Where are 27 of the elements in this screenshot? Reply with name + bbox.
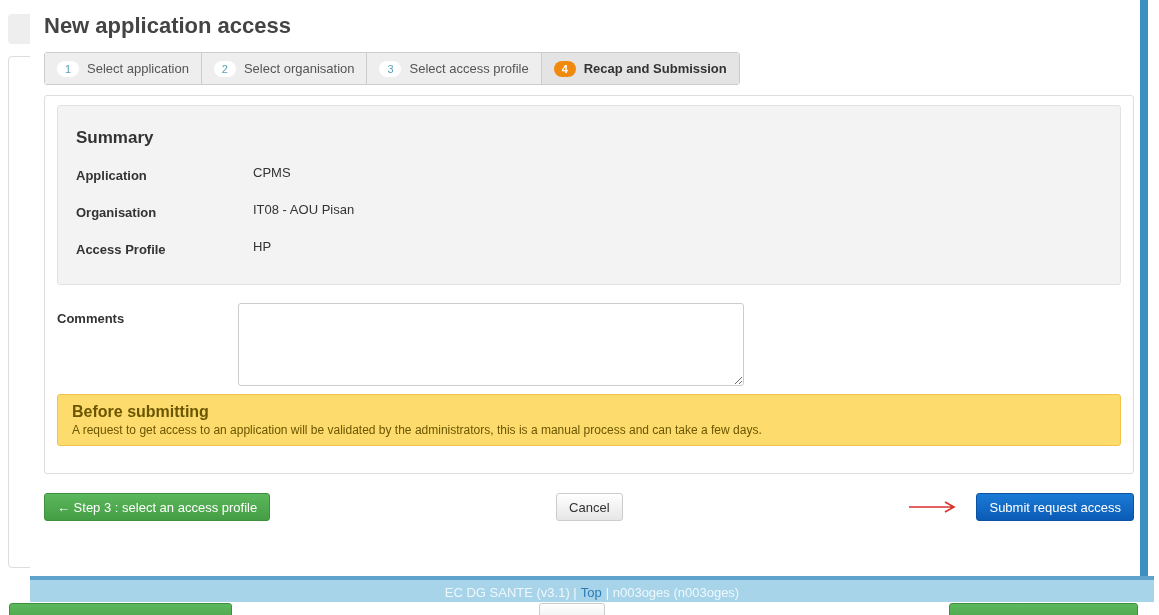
alert-title: Before submitting xyxy=(72,403,210,421)
field-label: Application xyxy=(76,167,148,183)
step-number: 2 xyxy=(213,60,236,77)
summary-heading: Summary xyxy=(76,128,155,148)
field-value: CPMS xyxy=(253,165,291,180)
cancel-button[interactable]: Cancel xyxy=(556,493,623,521)
step-number: 1 xyxy=(57,60,79,77)
alert-text: A request to get access to an application will be validated by the administrators, this is a manual process and can take a few days. xyxy=(72,423,763,437)
field-label: Access Profile xyxy=(76,241,167,257)
arrow-icon xyxy=(908,500,957,514)
submit-button[interactable]: Submit request access xyxy=(976,493,1134,521)
field-label: Organisation xyxy=(76,204,158,220)
comments-field[interactable] xyxy=(238,303,744,386)
step-label: Select organisation xyxy=(243,61,355,76)
step-tab[interactable]: 1 Select application xyxy=(45,53,202,84)
step-tab[interactable]: 4 Recap and Submission xyxy=(541,53,739,84)
step-label: Select access profile xyxy=(409,61,529,76)
comments-label: Comments xyxy=(57,310,126,328)
step-number: 3 xyxy=(379,60,402,77)
step-number: 4 xyxy=(553,60,576,77)
field-value: IT08 - AOU Pisan xyxy=(253,202,355,217)
footer-text: | n003oges (n003oges) xyxy=(605,585,740,600)
footer-text: EC DG SANTE (v3.1) | xyxy=(444,585,577,600)
field-value: HP xyxy=(253,239,272,254)
step-label: Recap and Submission xyxy=(583,61,727,76)
dialog-title: New application access xyxy=(44,12,292,40)
step-label: Select application xyxy=(87,61,189,76)
